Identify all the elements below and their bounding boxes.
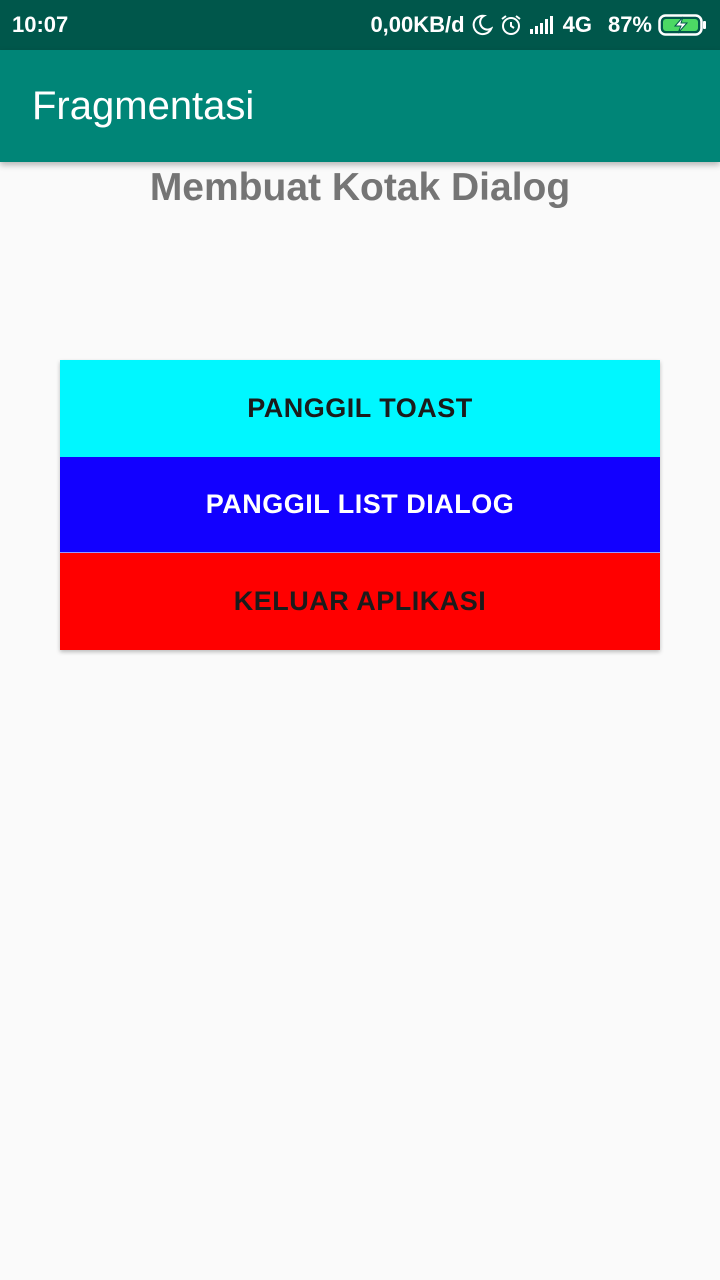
- network-type: 4G: [562, 12, 592, 37]
- status-time: 10:07: [12, 12, 69, 37]
- network-speed: 0,00KB/d: [370, 12, 465, 37]
- battery-percent: 87%: [607, 12, 652, 37]
- status-bar: 10:07 0,00KB/d 4G 87%: [0, 0, 720, 50]
- app-title: Fragmentasi: [32, 83, 255, 128]
- page-heading: Membuat Kotak Dialog: [149, 166, 571, 209]
- panggil-toast-button[interactable]: PANGGIL TOAST: [60, 360, 660, 457]
- alarm-icon: [499, 13, 523, 37]
- moon-icon: [471, 14, 493, 36]
- battery-charging-icon: [658, 13, 708, 37]
- keluar-aplikasi-button[interactable]: KELUAR APLIKASI: [60, 553, 660, 650]
- app-bar: Fragmentasi: [0, 50, 720, 162]
- signal-icon: [529, 15, 557, 35]
- button-stack: PANGGIL TOAST PANGGIL LIST DIALOG KELUAR…: [60, 360, 660, 650]
- panggil-list-dialog-button[interactable]: PANGGIL LIST DIALOG: [60, 457, 660, 553]
